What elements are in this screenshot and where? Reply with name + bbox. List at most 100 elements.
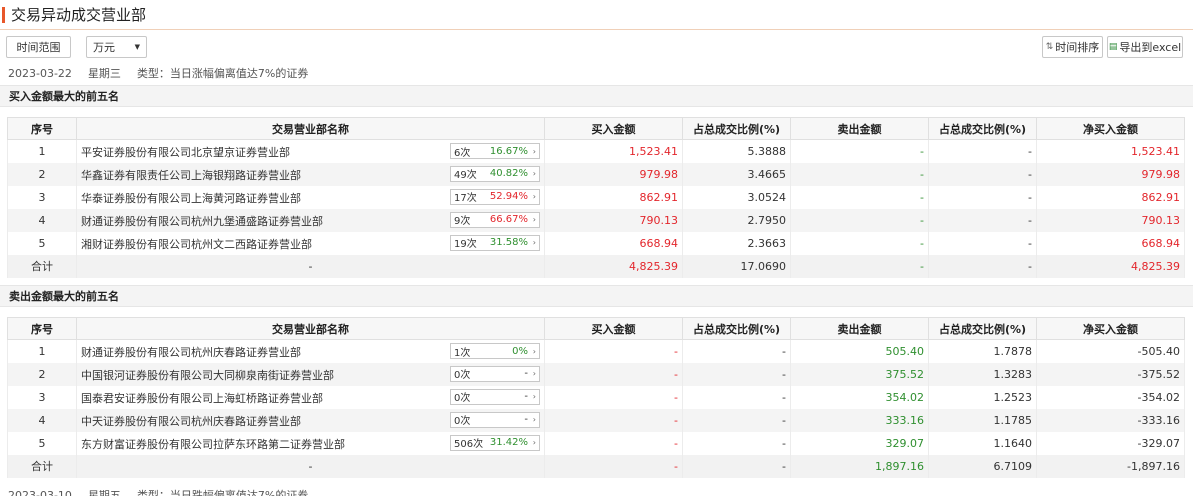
- table-row: 5 湘财证券股份有限公司杭州文二西路证券营业部 19次 31.58% › 668.94 2.…: [7, 231, 1185, 255]
- row-index: 1: [7, 339, 77, 363]
- column-header: 占总成交比例(%): [682, 317, 791, 340]
- buy-ratio: -: [682, 431, 791, 455]
- sell-table: 序号 交易营业部名称 买入金额 占总成交比例(%) 卖出金额 占总成交比例(%) 净买入金额…: [7, 317, 1185, 478]
- branch-name-cell: 国泰君安证券股份有限公司上海虹桥路证券营业部 0次 - ›: [76, 385, 545, 409]
- record-type: 类型：当日涨幅偏离值达7%的证券: [136, 67, 309, 80]
- column-header: 交易营业部名称: [76, 317, 545, 340]
- chevron-right-icon: ›: [532, 415, 536, 424]
- title-accent: [2, 6, 5, 23]
- branch-name[interactable]: 平安证券股份有限公司北京望京证券营业部: [81, 144, 290, 160]
- buy-section-title: 买入金额最大的前五名: [0, 85, 1193, 107]
- sell-amount: -: [790, 185, 929, 209]
- branch-name[interactable]: 国泰君安证券股份有限公司上海虹桥路证券营业部: [81, 390, 323, 406]
- buy-ratio: -: [682, 339, 791, 363]
- table-row: 1 平安证券股份有限公司北京望京证券营业部 6次 16.67% › 1,523.41 5.3…: [7, 139, 1185, 163]
- trade-count: 1次: [454, 347, 471, 359]
- net-buy-amount: -505.40: [1036, 339, 1185, 363]
- sell-ratio: 1.1785: [928, 408, 1037, 432]
- time-sort-button[interactable]: ⇅ 时间排序: [1042, 36, 1103, 58]
- sell-ratio: -: [928, 208, 1037, 232]
- table-row: 2 中国银河证券股份有限公司大同柳泉南街证券营业部 0次 - › - -375.52 1.32…: [7, 362, 1185, 386]
- branch-name[interactable]: 湘财证券股份有限公司杭州文二西路证券营业部: [81, 236, 312, 252]
- buy-ratio: 3.4665: [682, 162, 791, 186]
- branch-name-cell: 财通证券股份有限公司杭州九堡通盛路证券营业部 9次 66.67% ›: [76, 208, 545, 232]
- buy-amount: 668.94: [544, 231, 683, 255]
- row-index: 4: [7, 408, 77, 432]
- sell-ratio: 1.1640: [928, 431, 1037, 455]
- sell-amount: -: [790, 162, 929, 186]
- win-rate: 31.42%: [489, 437, 528, 448]
- branch-name[interactable]: 华鑫证券有限责任公司上海银翔路证券营业部: [81, 167, 301, 183]
- trade-count-button[interactable]: 6次 16.67% ›: [450, 143, 540, 159]
- sell-amount: -: [790, 231, 929, 255]
- total-row: 合计 -4,825.39 17.0690- -4,825.39: [7, 254, 1185, 278]
- win-rate: -: [524, 368, 528, 379]
- buy-amount: 790.13: [544, 208, 683, 232]
- win-rate: -: [524, 414, 528, 425]
- branch-name[interactable]: 中天证券股份有限公司杭州庆春路证券营业部: [81, 413, 301, 429]
- column-header: 交易营业部名称: [76, 117, 545, 140]
- branch-name-cell: 中天证券股份有限公司杭州庆春路证券营业部 0次 - ›: [76, 408, 545, 432]
- sell-ratio: -: [928, 185, 1037, 209]
- table-row: 3 华泰证券股份有限公司上海黄河路证券营业部 17次 52.94% › 862.91 3.0…: [7, 185, 1185, 209]
- total-sell-amount: -: [790, 254, 929, 278]
- total-net-buy-amount: 4,825.39: [1036, 254, 1185, 278]
- branch-name[interactable]: 东方财富证券股份有限公司拉萨东环路第二证券营业部: [81, 436, 345, 452]
- branch-name[interactable]: 财通证券股份有限公司杭州庆春路证券营业部: [81, 344, 301, 360]
- column-header: 序号: [7, 117, 77, 140]
- branch-name-cell: 华鑫证券有限责任公司上海银翔路证券营业部 49次 40.82% ›: [76, 162, 545, 186]
- trade-count-button[interactable]: 19次 31.58% ›: [450, 234, 540, 251]
- trade-count-button[interactable]: 1次 0% ›: [450, 343, 540, 359]
- sort-icon: ⇅: [1045, 42, 1054, 52]
- row-index: 5: [7, 231, 77, 255]
- branch-name[interactable]: 财通证券股份有限公司杭州九堡通盛路证券营业部: [81, 213, 323, 229]
- trade-count-button[interactable]: 17次 52.94% ›: [450, 188, 540, 205]
- title-bar: 交易异动成交营业部: [0, 0, 1193, 30]
- trade-count: 0次: [454, 370, 471, 381]
- total-sell-ratio: 6.7109: [928, 454, 1037, 478]
- buy-ratio: 2.3663: [682, 231, 791, 255]
- branch-name-cell: 湘财证券股份有限公司杭州文二西路证券营业部 19次 31.58% ›: [76, 231, 545, 255]
- trade-count: 6次: [454, 147, 471, 159]
- net-buy-amount: -354.02: [1036, 385, 1185, 409]
- branch-name-cell: 平安证券股份有限公司北京望京证券营业部 6次 16.67% ›: [76, 139, 545, 163]
- trade-count: 49次: [454, 170, 477, 181]
- sell-amount: 375.52: [790, 362, 929, 386]
- trade-count-button[interactable]: 0次 - ›: [450, 411, 540, 428]
- sell-ratio: 1.3283: [928, 362, 1037, 386]
- sell-amount: -: [790, 208, 929, 232]
- trade-count-button[interactable]: 506次 31.42% ›: [450, 434, 540, 451]
- win-rate: 40.82%: [489, 168, 528, 179]
- sell-section-title: 卖出金额最大的前五名: [0, 285, 1193, 307]
- row-index: 2: [7, 162, 77, 186]
- buy-table: 序号 交易营业部名称 买入金额 占总成交比例(%) 卖出金额 占总成交比例(%) 净买入金额…: [7, 117, 1185, 278]
- trade-count-button[interactable]: 49次 40.82% ›: [450, 165, 540, 182]
- trade-count-button[interactable]: 9次 66.67% ›: [450, 211, 540, 228]
- buy-amount: 979.98: [544, 162, 683, 186]
- total-sell-ratio: -: [928, 254, 1037, 278]
- export-excel-button[interactable]: ▤ 导出到excel: [1107, 36, 1183, 58]
- column-header: 占总成交比例(%): [928, 317, 1037, 340]
- trade-count-button[interactable]: 0次 - ›: [450, 365, 540, 382]
- net-buy-amount: 862.91: [1036, 185, 1185, 209]
- column-header: 序号: [7, 317, 77, 340]
- table-row: 4 中天证券股份有限公司杭州庆春路证券营业部 0次 - › - -333.16 1.1785-…: [7, 408, 1185, 432]
- buy-ratio: -: [682, 385, 791, 409]
- unit-select-value: 万元: [93, 41, 115, 54]
- buy-amount: -: [544, 362, 683, 386]
- record-type: 类型：当日跌幅偏离值达7%的证券: [136, 489, 309, 496]
- column-header: 卖出金额: [790, 117, 929, 140]
- time-range-button[interactable]: 时间范围: [6, 36, 71, 58]
- unit-select[interactable]: 万元 ▼: [86, 36, 147, 58]
- branch-name[interactable]: 中国银河证券股份有限公司大同柳泉南街证券营业部: [81, 367, 334, 383]
- excel-icon: ▤: [1108, 42, 1118, 52]
- branch-name[interactable]: 华泰证券股份有限公司上海黄河路证券营业部: [81, 190, 301, 206]
- sell-ratio: -: [928, 231, 1037, 255]
- row-index: 3: [7, 385, 77, 409]
- row-index: 3: [7, 185, 77, 209]
- total-buy-ratio: 17.0690: [682, 254, 791, 278]
- buy-ratio: 2.7950: [682, 208, 791, 232]
- buy-ratio: -: [682, 362, 791, 386]
- trade-count-button[interactable]: 0次 - ›: [450, 388, 540, 405]
- branch-name-cell: 财通证券股份有限公司杭州庆春路证券营业部 1次 0% ›: [76, 339, 545, 363]
